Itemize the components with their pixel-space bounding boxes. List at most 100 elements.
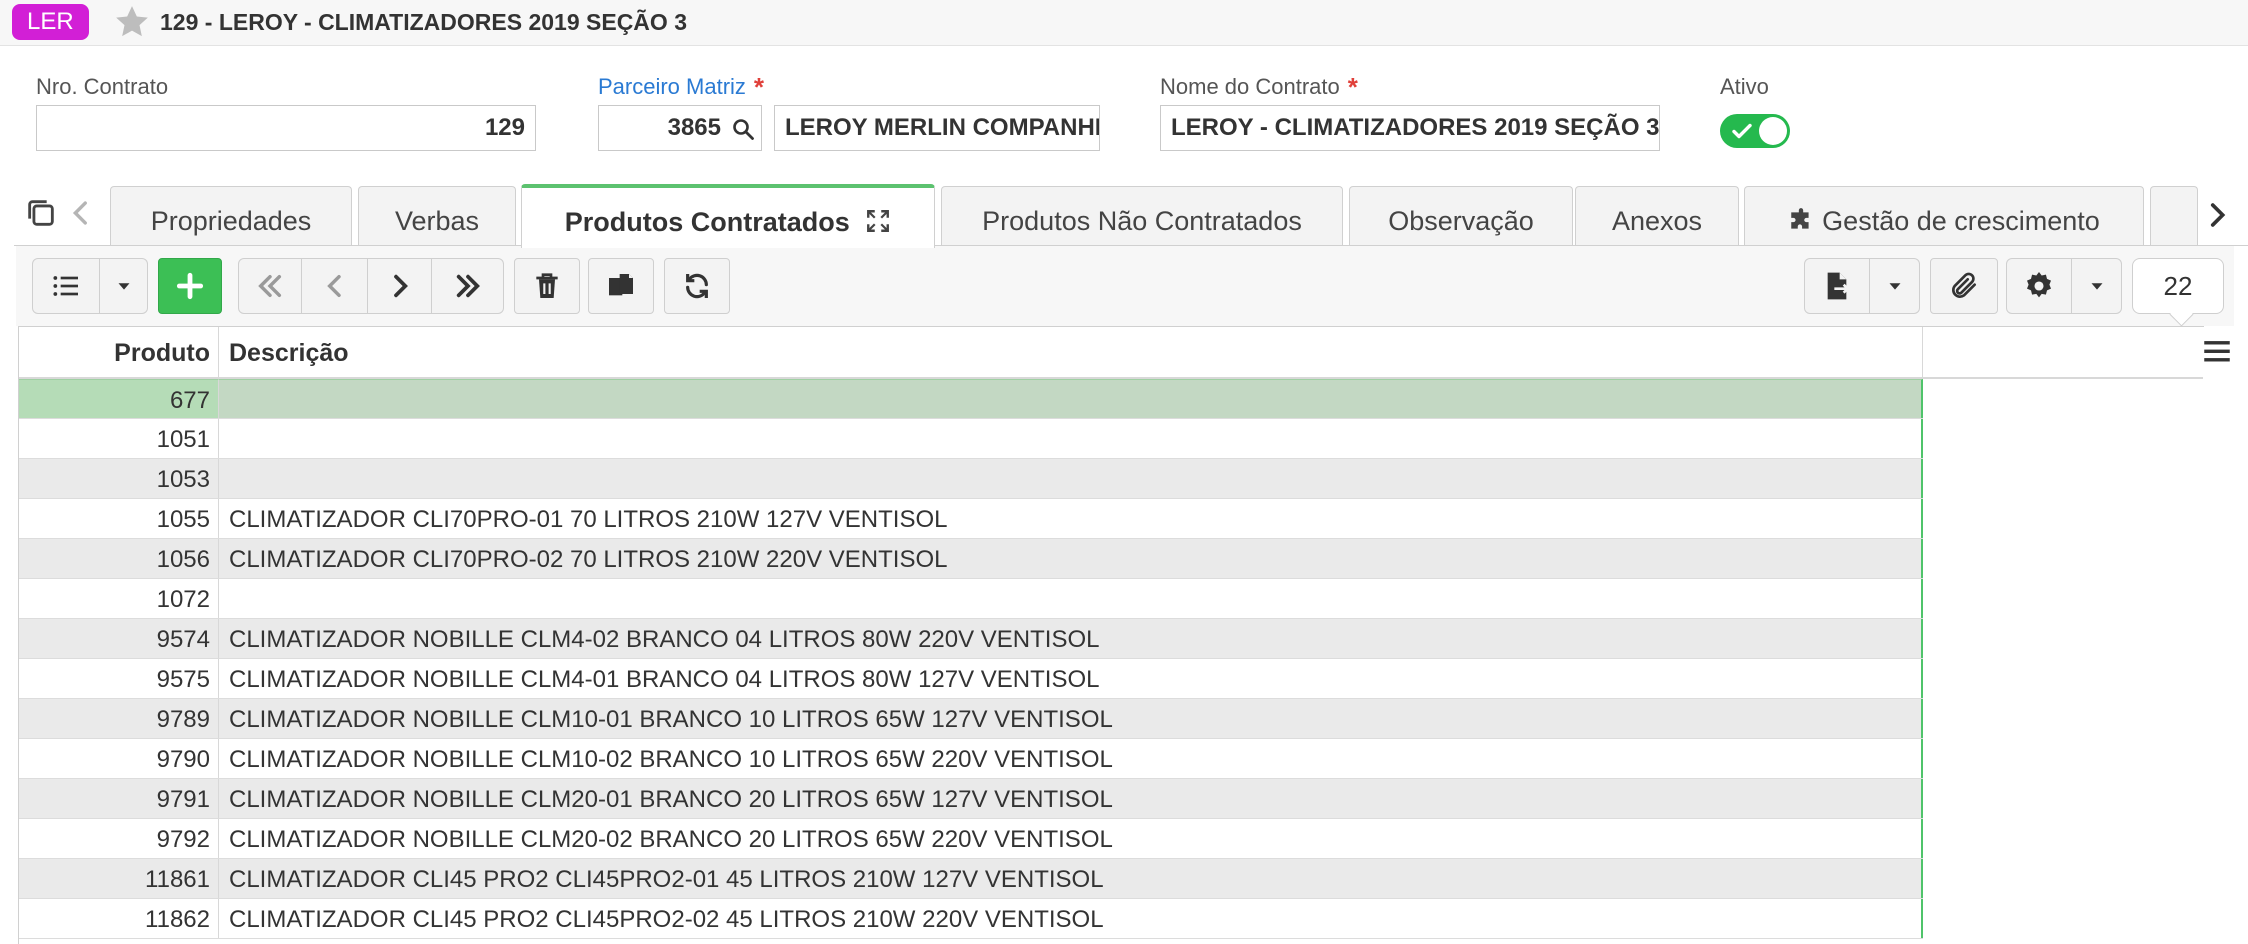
cell-descricao[interactable]: CLIMATIZADOR CLI70PRO-02 70 LITROS 210W …	[219, 539, 1923, 578]
parceiro-matriz-label-text: Parceiro Matriz	[598, 74, 746, 99]
cell-descricao[interactable]: CLIMATIZADOR NOBILLE CLM4-02 BRANCO 04 L…	[219, 619, 1923, 658]
cell-produto[interactable]: 9575	[19, 659, 219, 698]
tab-produtos-nao-contratados[interactable]: Produtos Não Contratados	[941, 186, 1343, 246]
export-dropdown-button[interactable]	[1870, 258, 1920, 314]
cell-produto[interactable]: 9789	[19, 699, 219, 738]
cell-descricao[interactable]: CLIMATIZADOR CLI45 PRO2 CLI45PRO2-01 45 …	[219, 859, 1923, 898]
table-row[interactable]: 1056 CLIMATIZADOR CLI70PRO-02 70 LITROS 2…	[19, 539, 1923, 579]
cell-produto[interactable]: 1055	[19, 499, 219, 538]
parceiro-code-value: 3865	[667, 114, 721, 141]
cell-descricao[interactable]	[219, 459, 1923, 498]
page-title: 129 - LEROY - CLIMATIZADORES 2019 SEÇÃO …	[160, 9, 687, 35]
cell-descricao[interactable]	[219, 379, 1923, 418]
chevron-left-icon	[326, 274, 341, 298]
cell-produto[interactable]: 1072	[19, 579, 219, 618]
nome-contrato-label-text: Nome do Contrato	[1160, 74, 1340, 99]
caret-down-icon	[1889, 283, 1900, 290]
title-bar: LER 129 - LEROY - CLIMATIZADORES 2019 SE…	[0, 0, 2248, 46]
app-badge[interactable]: LER	[12, 4, 89, 40]
cell-descricao[interactable]: CLIMATIZADOR NOBILLE CLM10-01 BRANCO 10 …	[219, 699, 1923, 738]
cell-descricao[interactable]	[219, 419, 1923, 458]
column-header-produto[interactable]: Produto	[19, 327, 219, 377]
ativo-toggle[interactable]	[1720, 114, 1790, 148]
cell-descricao[interactable]: CLIMATIZADOR NOBILLE CLM20-01 BRANCO 20 …	[219, 779, 1923, 818]
table-row[interactable]: 9575 CLIMATIZADOR NOBILLE CLM4-01 BRANCO …	[19, 659, 1923, 699]
tab-anexos[interactable]: Anexos	[1575, 186, 1739, 246]
list-view-button[interactable]	[32, 258, 100, 314]
cell-descricao[interactable]: CLIMATIZADOR CLI45 PRO2 CLI45PRO2-02 45 …	[219, 899, 1923, 938]
cell-produto[interactable]: 11862	[19, 899, 219, 938]
add-button[interactable]	[158, 258, 222, 314]
cell-produto[interactable]: 677	[19, 379, 219, 418]
tab-produtos-contratados[interactable]: Produtos Contratados	[521, 184, 935, 248]
cell-produto[interactable]: 1053	[19, 459, 219, 498]
cell-produto[interactable]: 9574	[19, 619, 219, 658]
delete-button[interactable]	[514, 258, 580, 314]
previous-record-button[interactable]	[302, 258, 368, 314]
list-icon	[53, 276, 78, 296]
cell-descricao[interactable]: CLIMATIZADOR NOBILLE CLM10-02 BRANCO 10 …	[219, 739, 1923, 778]
table-row[interactable]: 9791 CLIMATIZADOR NOBILLE CLM20-01 BRANCO…	[19, 779, 1923, 819]
cell-produto[interactable]: 9792	[19, 819, 219, 858]
table-row[interactable]: 9792 CLIMATIZADOR NOBILLE CLM20-02 BRANCO…	[19, 819, 1923, 859]
nro-contrato-label: Nro. Contrato	[36, 74, 169, 99]
copy-window-icon[interactable]	[24, 196, 58, 230]
cell-produto[interactable]: 1051	[19, 419, 219, 458]
export-button[interactable]	[1804, 258, 1870, 314]
tab-verbas[interactable]: Verbas	[358, 186, 516, 246]
tab-gestao-crescimento[interactable]: Gestão de crescimento	[1744, 186, 2144, 246]
table-row[interactable]: 11861 CLIMATIZADOR CLI45 PRO2 CLI45PRO2-0…	[19, 859, 1923, 899]
cell-descricao[interactable]	[219, 579, 1923, 618]
trash-icon	[536, 273, 558, 298]
favorite-star-icon[interactable]	[112, 2, 152, 42]
table-row[interactable]: 11862 CLIMATIZADOR CLI45 PRO2 CLI45PRO2-0…	[19, 899, 1923, 939]
table-row[interactable]: 677	[19, 379, 1923, 419]
settings-button[interactable]	[2006, 258, 2072, 314]
tab-observacao[interactable]: Observação	[1349, 186, 1573, 246]
last-record-button[interactable]	[432, 258, 504, 314]
double-chevron-right-icon	[456, 274, 480, 298]
view-dropdown-button[interactable]	[100, 258, 148, 314]
table-row[interactable]: 9574 CLIMATIZADOR NOBILLE CLM4-02 BRANCO …	[19, 619, 1923, 659]
cell-produto[interactable]: 9791	[19, 779, 219, 818]
settings-dropdown-button[interactable]	[2072, 258, 2122, 314]
required-mark: *	[753, 72, 765, 102]
tab-propriedades[interactable]: Propriedades	[110, 186, 352, 246]
parceiro-code-field[interactable]: 3865	[598, 105, 762, 151]
cell-descricao[interactable]: CLIMATIZADOR NOBILLE CLM4-01 BRANCO 04 L…	[219, 659, 1923, 698]
refresh-button[interactable]	[664, 258, 730, 314]
grid-body: 677 1051 1053 1055 CLIMATIZADOR CLI70PRO-01 …	[19, 379, 1923, 939]
cell-descricao[interactable]: CLIMATIZADOR NOBILLE CLM20-02 BRANCO 20 …	[219, 819, 1923, 858]
first-record-button[interactable]	[238, 258, 302, 314]
puzzle-icon	[1791, 208, 1809, 229]
table-row[interactable]: 1051	[19, 419, 1923, 459]
table-row[interactable]: 1072	[19, 579, 1923, 619]
record-count: 22	[2132, 258, 2224, 314]
attach-button[interactable]	[1930, 258, 1998, 314]
cell-produto[interactable]: 1056	[19, 539, 219, 578]
gear-icon	[2027, 272, 2051, 298]
tab-scroll-left-icon[interactable]	[64, 196, 98, 230]
parceiro-name-field[interactable]: LEROY MERLIN COMPANHIA BRASILEIRA	[774, 105, 1100, 151]
next-record-button[interactable]	[368, 258, 432, 314]
column-header-descricao[interactable]: Descrição	[219, 327, 1923, 377]
chevron-right-icon	[393, 274, 408, 298]
parceiro-matriz-label[interactable]: Parceiro Matriz *	[598, 73, 764, 101]
tab-overflow[interactable]	[2150, 186, 2198, 246]
nome-contrato-field[interactable]: LEROY - CLIMATIZADORES 2019 SEÇÃO 3	[1160, 105, 1660, 151]
search-icon[interactable]	[731, 117, 755, 141]
cell-produto[interactable]: 11861	[19, 859, 219, 898]
table-row[interactable]: 1055 CLIMATIZADOR CLI70PRO-01 70 LITROS 2…	[19, 499, 1923, 539]
nro-contrato-field[interactable]: 129	[36, 105, 536, 151]
file-export-icon	[1827, 272, 1850, 300]
paperclip-icon	[1952, 272, 1976, 298]
duplicate-button[interactable]	[588, 258, 654, 314]
table-row[interactable]: 9789 CLIMATIZADOR NOBILLE CLM10-01 BRANCO…	[19, 699, 1923, 739]
table-row[interactable]: 9790 CLIMATIZADOR NOBILLE CLM10-02 BRANCO…	[19, 739, 1923, 779]
expand-icon[interactable]	[865, 208, 891, 234]
table-row[interactable]: 1053	[19, 459, 1923, 499]
cell-produto[interactable]: 9790	[19, 739, 219, 778]
cell-descricao[interactable]: CLIMATIZADOR CLI70PRO-01 70 LITROS 210W …	[219, 499, 1923, 538]
tab-scroll-right-icon[interactable]	[2200, 198, 2234, 232]
grid-columns-menu-icon[interactable]	[2200, 334, 2234, 368]
